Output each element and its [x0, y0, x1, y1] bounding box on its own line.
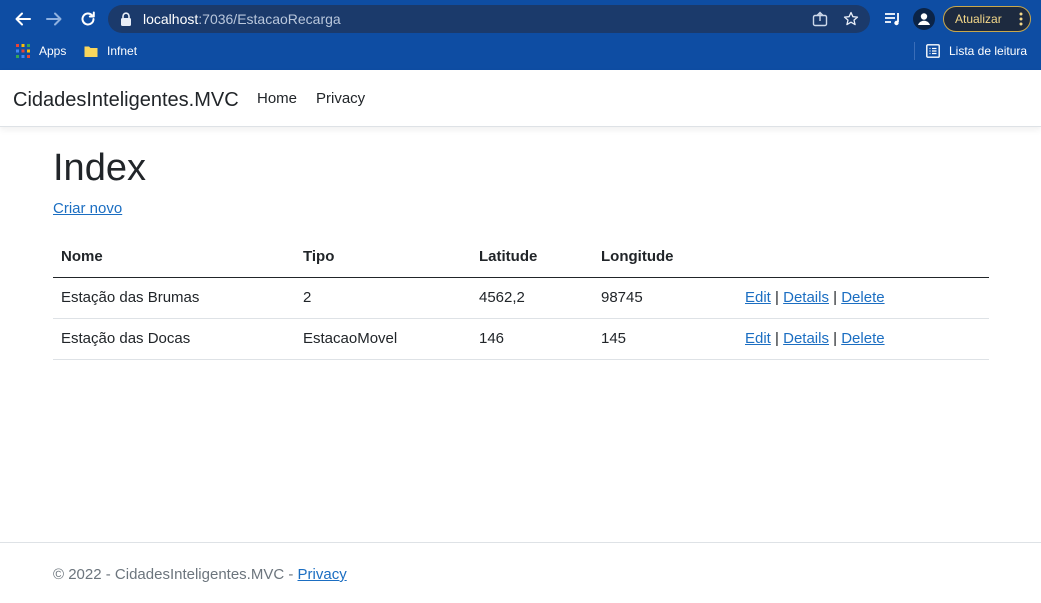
- reading-list-button[interactable]: Lista de leitura: [926, 42, 1027, 60]
- column-header-tipo: Tipo: [295, 236, 471, 278]
- url-text[interactable]: localhost:7036/EstacaoRecarga: [143, 10, 341, 28]
- column-header-nome: Nome: [53, 236, 295, 278]
- edit-link[interactable]: Edit: [745, 330, 771, 347]
- cell-nome: Estação das Docas: [53, 318, 295, 360]
- update-button[interactable]: Atualizar: [943, 6, 1031, 32]
- update-label: Atualizar: [955, 12, 1002, 26]
- reload-icon: [81, 11, 95, 26]
- cell-latitude: 4562,2: [471, 277, 593, 319]
- action-separator: |: [775, 330, 779, 347]
- bookmarks-divider: [914, 42, 915, 60]
- bookmark-infnet[interactable]: Infnet: [84, 42, 137, 60]
- cell-nome: Estação das Brumas: [53, 277, 295, 319]
- nav-link-home[interactable]: Home: [257, 90, 297, 108]
- apps-grid-icon: [16, 44, 30, 58]
- bookmark-apps[interactable]: Apps: [16, 42, 66, 60]
- edit-link[interactable]: Edit: [745, 289, 771, 306]
- reading-list-icon: [926, 44, 940, 58]
- url-host: localhost: [143, 11, 199, 27]
- delete-link[interactable]: Delete: [841, 289, 884, 306]
- nav-link-privacy[interactable]: Privacy: [316, 90, 365, 108]
- table-header-row: Nome Tipo Latitude Longitude: [53, 236, 989, 278]
- cell-latitude: 146: [471, 318, 593, 360]
- bookmarks-bar: Apps Infnet Lista de leitura: [0, 38, 1041, 64]
- lock-icon: [121, 12, 131, 26]
- browser-toolbar: localhost:7036/EstacaoRecarga Atualizar: [0, 0, 1041, 38]
- column-header-actions: [737, 236, 989, 278]
- url-path: :7036/EstacaoRecarga: [198, 11, 341, 27]
- cell-tipo: EstacaoMovel: [295, 318, 471, 360]
- bookmark-label: Infnet: [107, 44, 138, 58]
- action-separator: |: [775, 289, 779, 306]
- back-button[interactable]: [11, 7, 35, 31]
- copyright-text: © 2022 - CidadesInteligentes.MVC -: [53, 566, 294, 583]
- person-icon: [918, 13, 930, 25]
- navbar-brand[interactable]: CidadesInteligentes.MVC: [13, 88, 239, 112]
- cell-actions: Edit | Details | Delete: [737, 277, 989, 319]
- delete-link[interactable]: Delete: [841, 330, 884, 347]
- cell-actions: Edit | Details | Delete: [737, 318, 989, 360]
- folder-icon: [84, 46, 98, 57]
- action-separator: |: [833, 289, 838, 306]
- more-vertical-icon: [1019, 12, 1023, 26]
- column-header-latitude: Latitude: [471, 236, 593, 278]
- back-arrow-icon: [15, 12, 31, 26]
- reading-list-label: Lista de leitura: [949, 44, 1028, 58]
- cell-longitude: 145: [593, 318, 737, 360]
- table-row: Estação das Brumas 2 4562,2 98745 Edit |…: [53, 277, 989, 319]
- bookmark-star-icon[interactable]: [843, 11, 859, 27]
- footer-text: © 2022 - CidadesInteligentes.MVC - Priva…: [53, 566, 347, 584]
- reload-button[interactable]: [76, 7, 100, 31]
- table-row: Estação das Docas EstacaoMovel 146 145 E…: [53, 318, 989, 360]
- share-icon[interactable]: [812, 11, 828, 27]
- cell-longitude: 98745: [593, 277, 737, 319]
- details-link[interactable]: Details: [783, 289, 829, 306]
- action-separator: |: [833, 330, 838, 347]
- create-new-link[interactable]: Criar novo: [53, 200, 122, 218]
- footer-privacy-link[interactable]: Privacy: [298, 566, 347, 583]
- stations-table: Nome Tipo Latitude Longitude Estação das…: [53, 236, 989, 360]
- address-bar[interactable]: localhost:7036/EstacaoRecarga: [108, 5, 870, 33]
- forward-button[interactable]: [42, 7, 66, 31]
- forward-arrow-icon: [46, 12, 62, 26]
- bookmark-label: Apps: [39, 44, 67, 58]
- details-link[interactable]: Details: [783, 330, 829, 347]
- media-queue-icon[interactable]: [883, 9, 903, 29]
- site-footer: © 2022 - CidadesInteligentes.MVC - Priva…: [0, 542, 1041, 603]
- column-header-longitude: Longitude: [593, 236, 737, 278]
- page-title: Index: [53, 147, 146, 189]
- site-navbar: CidadesInteligentes.MVC Home Privacy: [0, 70, 1041, 127]
- browser-chrome: localhost:7036/EstacaoRecarga Atualizar …: [0, 0, 1041, 70]
- cell-tipo: 2: [295, 277, 471, 319]
- profile-avatar[interactable]: [913, 8, 935, 30]
